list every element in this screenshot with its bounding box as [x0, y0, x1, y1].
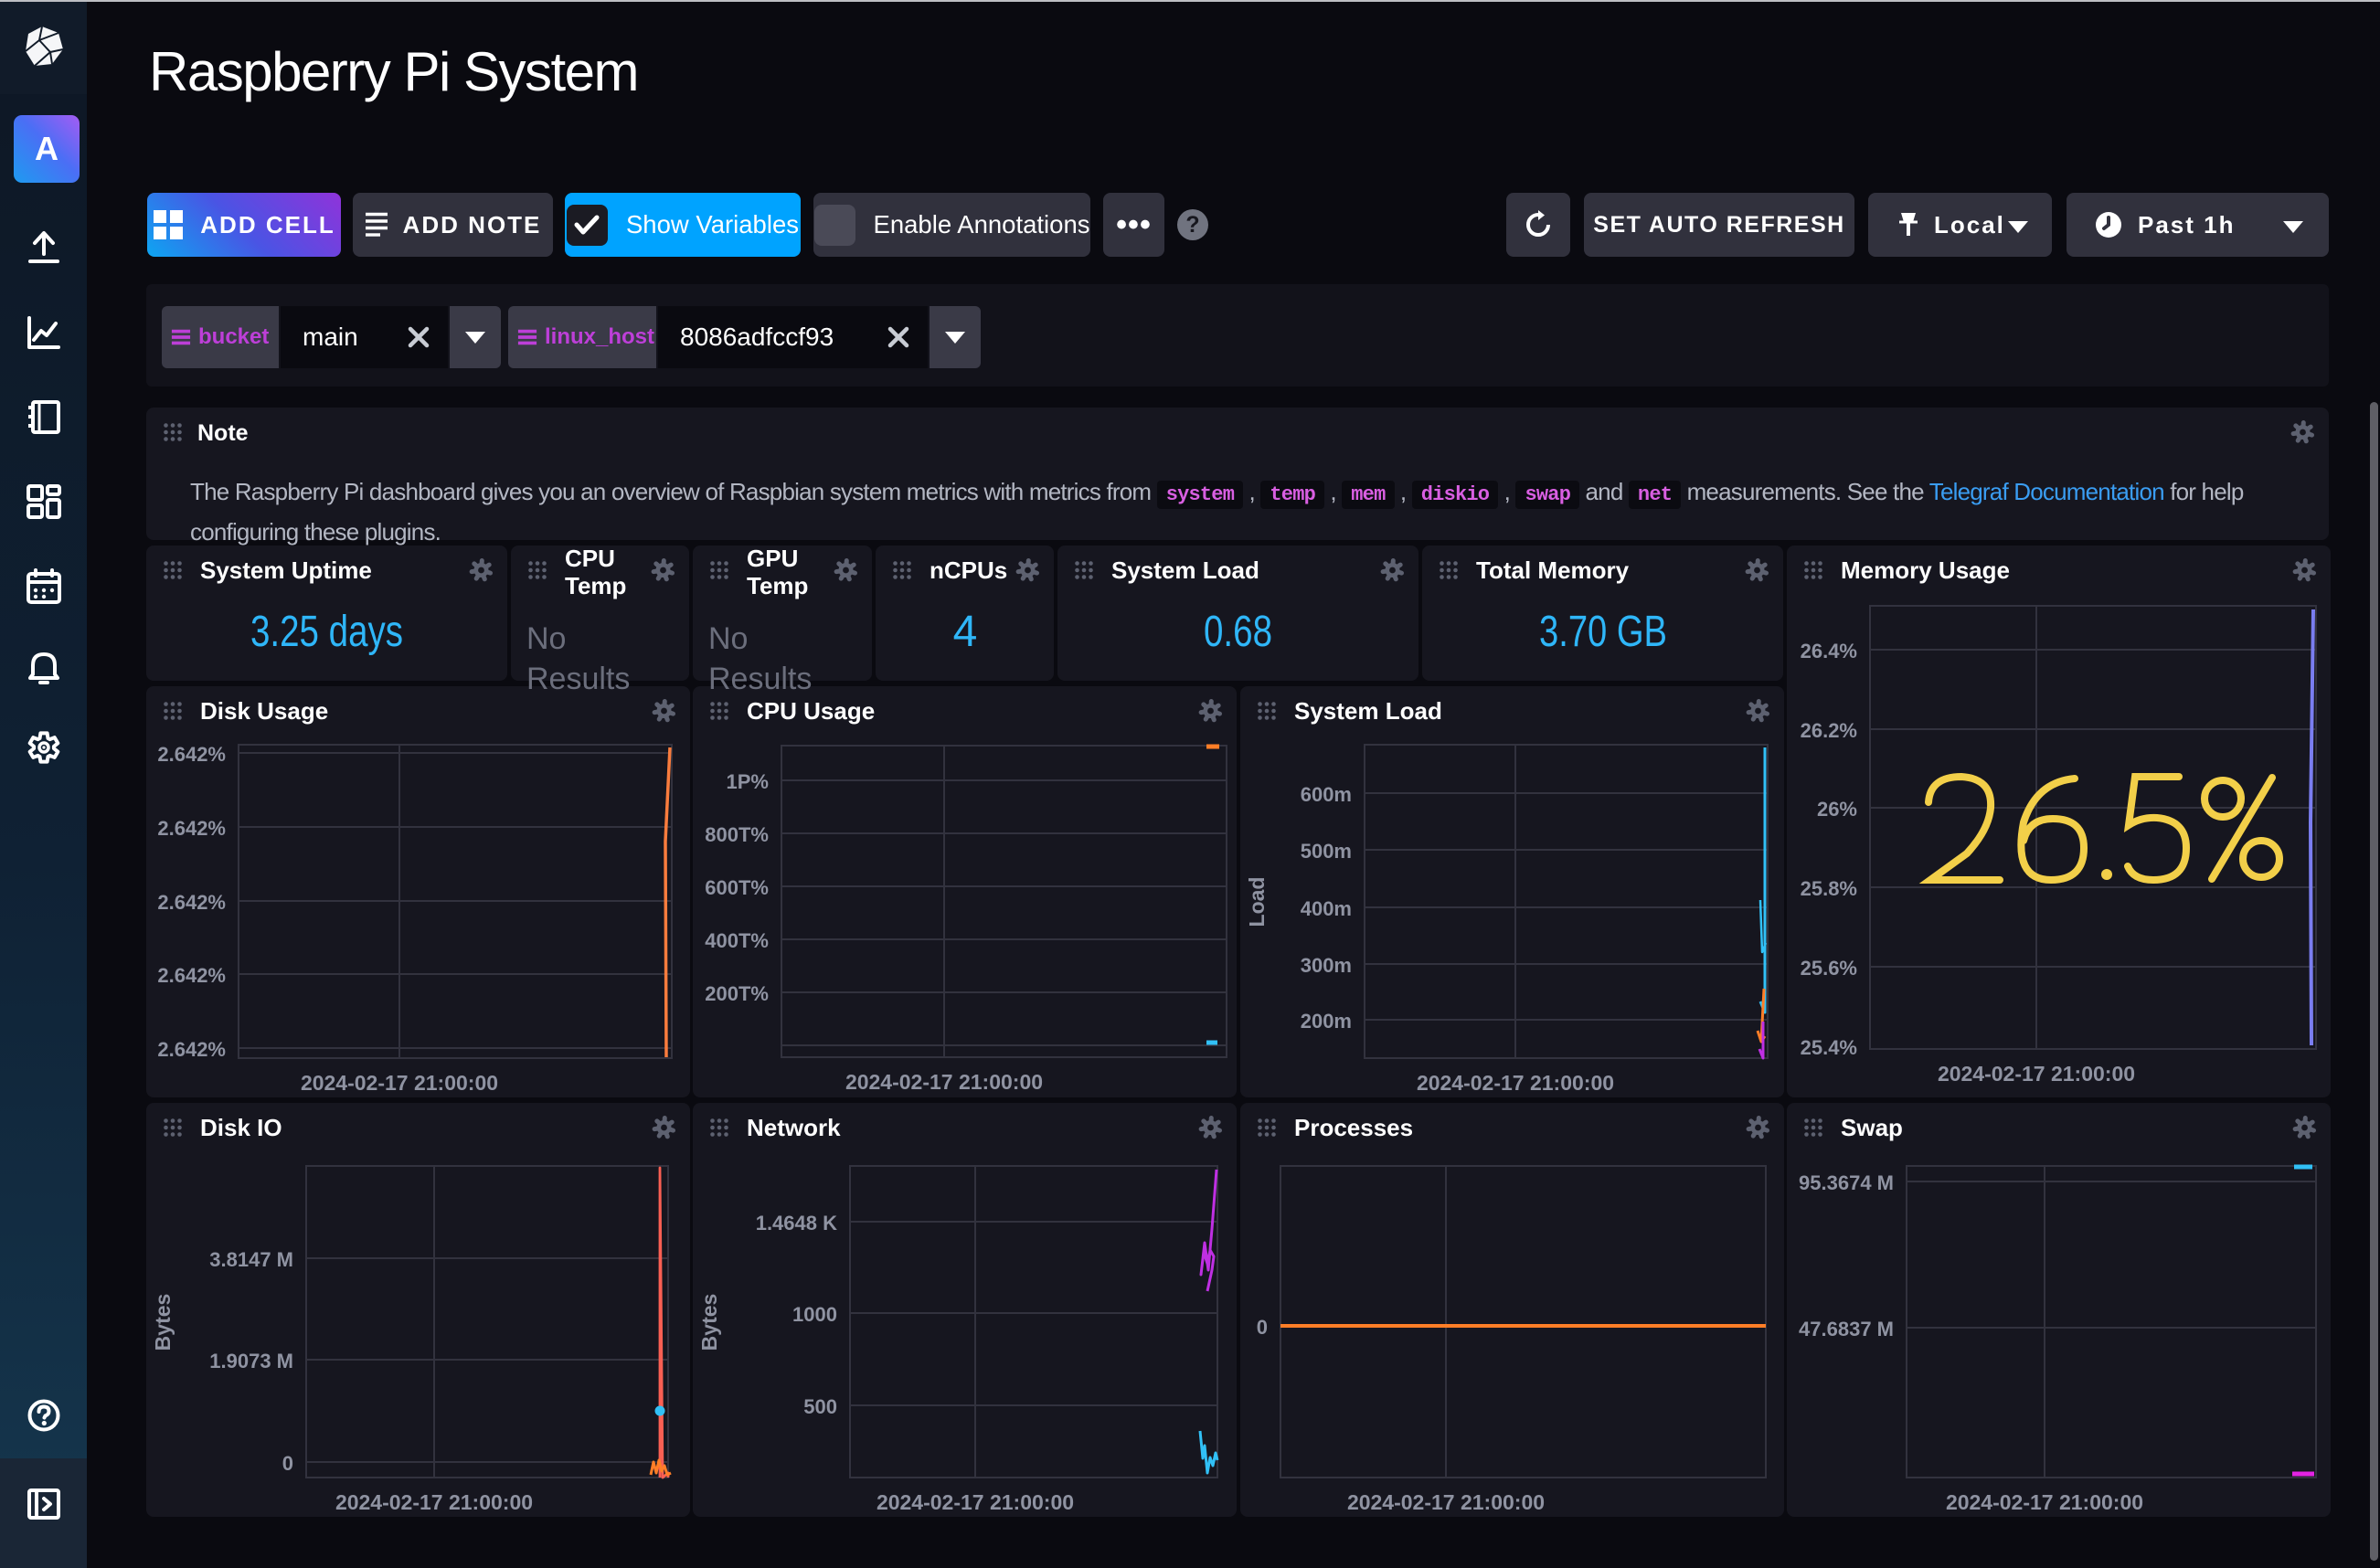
svg-text:Swap: Swap: [1841, 1114, 1903, 1141]
svg-text:2024-02-17 21:00:00: 2024-02-17 21:00:00: [1946, 1490, 2143, 1514]
svg-text:Network: Network: [747, 1114, 841, 1141]
svg-text:400m: 400m: [1301, 897, 1352, 920]
svg-text:25.6%: 25.6%: [1801, 957, 1857, 980]
svg-text:nCPUs: nCPUs: [930, 556, 1007, 584]
svg-text:95.3674 M: 95.3674 M: [1799, 1171, 1894, 1194]
svg-text:800T%: 800T%: [705, 823, 769, 846]
svg-text:2.642%: 2.642%: [157, 891, 226, 914]
svg-text:Temp: Temp: [565, 572, 626, 599]
svg-text:3.8147 M: 3.8147 M: [209, 1248, 293, 1271]
svg-text:CPU: CPU: [565, 545, 615, 572]
svg-text:Note: Note: [197, 420, 249, 446]
svg-text:2024-02-17 21:00:00: 2024-02-17 21:00:00: [301, 1071, 498, 1095]
svg-text:Load: Load: [1245, 877, 1269, 927]
svg-text:System Load: System Load: [1294, 697, 1442, 725]
svg-text:2.642%: 2.642%: [157, 743, 226, 766]
svg-text:CPU Usage: CPU Usage: [747, 697, 875, 725]
svg-text:Memory Usage: Memory Usage: [1841, 556, 2010, 584]
svg-text:1000: 1000: [792, 1303, 837, 1326]
svg-text:500m: 500m: [1301, 840, 1352, 863]
svg-text:200T%: 200T%: [705, 982, 769, 1005]
svg-text:1.4648 K: 1.4648 K: [756, 1212, 837, 1234]
svg-text:Temp: Temp: [747, 572, 808, 599]
svg-text:3.25 days: 3.25 days: [250, 608, 403, 656]
svg-text:47.6837 M: 47.6837 M: [1799, 1318, 1894, 1340]
svg-text:2024-02-17 21:00:00: 2024-02-17 21:00:00: [877, 1490, 1074, 1514]
svg-text:25.4%: 25.4%: [1801, 1036, 1857, 1059]
svg-text:26%: 26%: [1817, 798, 1857, 821]
svg-text:25.8%: 25.8%: [1801, 877, 1857, 900]
svg-text:3.70 GB: 3.70 GB: [1539, 608, 1667, 656]
svg-text:System Uptime: System Uptime: [200, 556, 372, 584]
svg-text:Processes: Processes: [1294, 1114, 1413, 1141]
svg-text:0: 0: [282, 1452, 293, 1475]
svg-text:1P%: 1P%: [727, 770, 769, 793]
svg-text:200m: 200m: [1301, 1010, 1352, 1033]
svg-text:2.642%: 2.642%: [157, 1038, 226, 1061]
svg-text:Bytes: Bytes: [151, 1294, 175, 1351]
svg-text:System Load: System Load: [1111, 556, 1259, 584]
svg-text:2024-02-17 21:00:00: 2024-02-17 21:00:00: [335, 1490, 533, 1514]
svg-text:2024-02-17 21:00:00: 2024-02-17 21:00:00: [1347, 1490, 1545, 1514]
svg-text:Disk IO: Disk IO: [200, 1114, 282, 1141]
svg-text:600T%: 600T%: [705, 876, 769, 899]
svg-text:600m: 600m: [1301, 783, 1352, 806]
svg-text:1.9073 M: 1.9073 M: [209, 1350, 293, 1372]
svg-text:0.68: 0.68: [1204, 608, 1272, 656]
svg-text:Bytes: Bytes: [697, 1294, 721, 1351]
svg-text:2024-02-17 21:00:00: 2024-02-17 21:00:00: [845, 1070, 1043, 1094]
svg-text:2024-02-17 21:00:00: 2024-02-17 21:00:00: [1938, 1062, 2135, 1086]
svg-text:26.2%: 26.2%: [1801, 719, 1857, 742]
svg-text:500: 500: [803, 1395, 837, 1418]
svg-text:Total Memory: Total Memory: [1476, 556, 1630, 584]
svg-text:2.642%: 2.642%: [157, 817, 226, 840]
svg-text:0: 0: [1257, 1316, 1268, 1339]
svg-text:4: 4: [953, 608, 978, 656]
svg-text:400T%: 400T%: [705, 929, 769, 952]
svg-text:26.4%: 26.4%: [1801, 640, 1857, 662]
svg-text:Disk Usage: Disk Usage: [200, 697, 328, 725]
svg-text:300m: 300m: [1301, 954, 1352, 977]
svg-text:GPU: GPU: [747, 545, 798, 572]
svg-text:2024-02-17 21:00:00: 2024-02-17 21:00:00: [1417, 1071, 1614, 1095]
svg-text:2.642%: 2.642%: [157, 964, 226, 987]
